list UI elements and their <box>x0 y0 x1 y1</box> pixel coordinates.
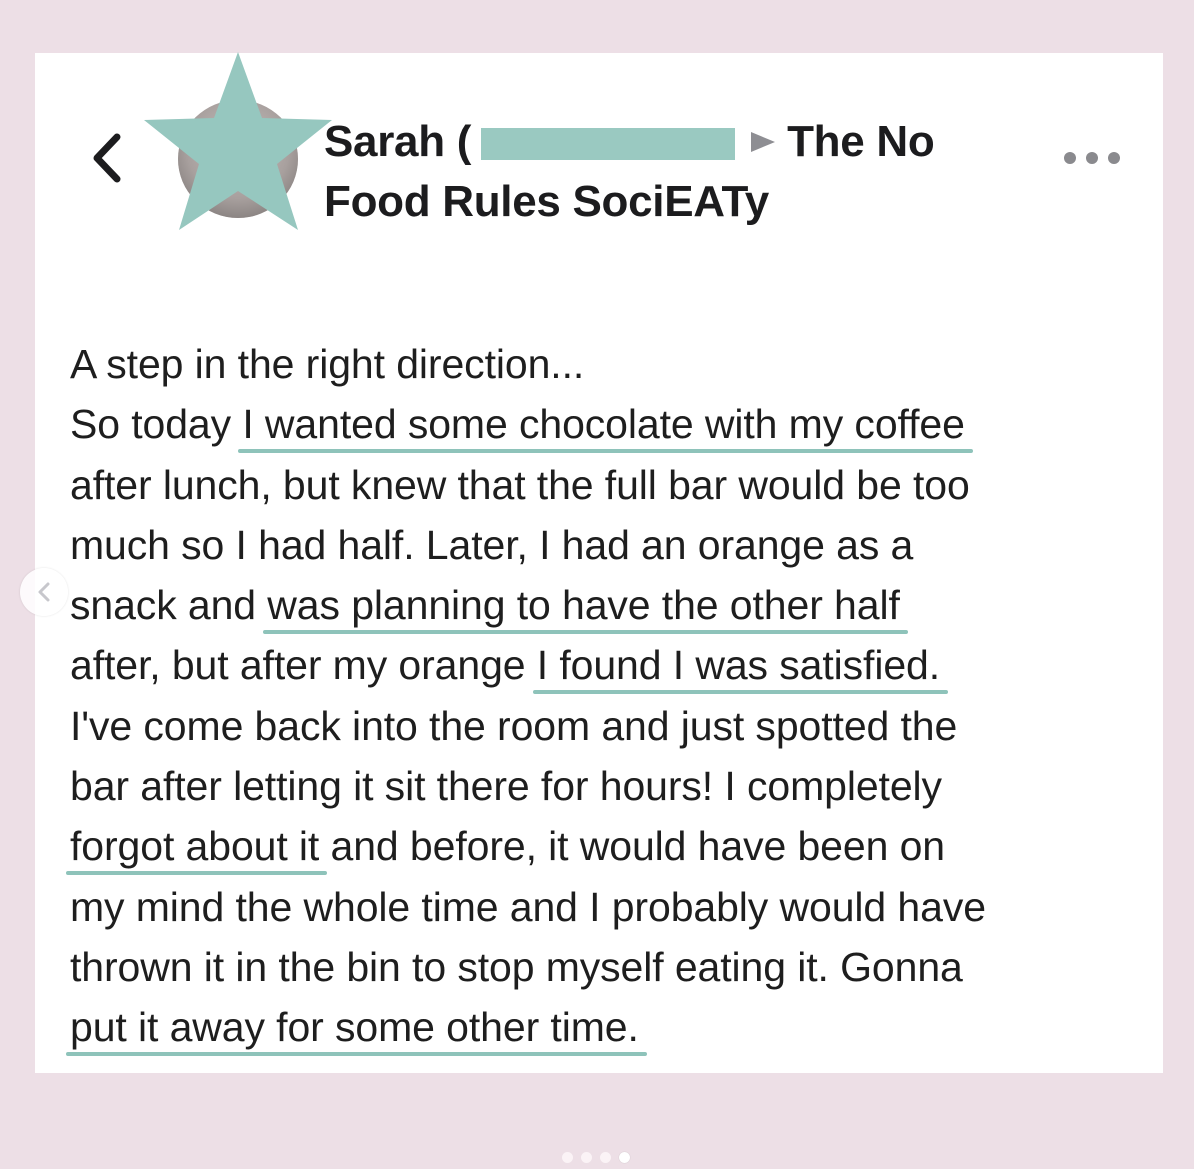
author-name[interactable]: Sarah ( <box>324 117 471 166</box>
post-header: Sarah ( The No Food Rules SociEATy <box>324 110 1024 232</box>
page-dot[interactable] <box>600 1152 611 1163</box>
post-line: put it away for some other time. <box>70 997 1130 1057</box>
post-line: much so I had half. Later, I had an oran… <box>70 515 1130 575</box>
group-name-line1[interactable]: The No <box>787 117 935 166</box>
post-line: A step in the right direction... <box>70 334 1130 394</box>
post-text: thrown it in the bin to stop myself eati… <box>70 943 963 990</box>
post-text: after, but after my orange <box>70 642 537 689</box>
post-text: after lunch, but knew that the full bar … <box>70 461 970 508</box>
highlighted-text: put it away for some other time. <box>70 1004 639 1051</box>
page-dot[interactable] <box>581 1152 592 1163</box>
more-dot <box>1108 152 1120 164</box>
highlighted-text: I wanted some chocolate with my coffee <box>242 401 965 448</box>
post-text: much so I had half. Later, I had an oran… <box>70 521 914 568</box>
post-text: and before, it would have been on <box>319 823 946 870</box>
more-dot <box>1086 152 1098 164</box>
carousel-prev-button[interactable] <box>20 568 68 616</box>
post-text: So today <box>70 401 243 448</box>
triangle-right-icon <box>749 110 777 170</box>
post-line: forgot about it and before, it would hav… <box>70 816 1130 876</box>
post-line: snack and was planning to have the other… <box>70 575 1130 635</box>
post-body: A step in the right direction... So today… <box>70 334 1130 1058</box>
chevron-left-icon <box>38 582 50 602</box>
post-line: thrown it in the bin to stop myself eati… <box>70 937 1130 997</box>
post-line: after, but after my orange I found I was… <box>70 635 1130 695</box>
highlighted-text: was planning to have the other half <box>267 582 900 629</box>
back-button[interactable] <box>82 128 130 188</box>
redaction-bar <box>481 128 736 160</box>
post-line: after lunch, but knew that the full bar … <box>70 455 1130 515</box>
post-line: So today I wanted some chocolate with my… <box>70 394 1130 454</box>
post-line: I've come back into the room and just sp… <box>70 696 1130 756</box>
post-text: A step in the right direction... <box>70 341 585 387</box>
star-icon <box>144 52 332 230</box>
post-line: my mind the whole time and I probably wo… <box>70 877 1130 937</box>
page-dot[interactable] <box>619 1152 630 1163</box>
page-dot[interactable] <box>562 1152 573 1163</box>
post-line: bar after letting it sit there for hours… <box>70 756 1130 816</box>
more-dot <box>1064 152 1076 164</box>
post-text: snack and <box>70 582 268 629</box>
highlighted-text: I found I was satisfied. <box>536 642 941 689</box>
carousel-page-indicator <box>562 1152 630 1163</box>
more-options-button[interactable] <box>1064 146 1120 170</box>
group-name-line2[interactable]: Food Rules SociEATy <box>324 172 1024 232</box>
chevron-left-icon <box>93 133 121 183</box>
post-text: I've come back into the room and just sp… <box>70 702 958 749</box>
post-text: bar after letting it sit there for hours… <box>70 763 942 810</box>
post-text: my mind the whole time and I probably wo… <box>70 883 986 930</box>
highlighted-text: forgot about it <box>70 823 320 870</box>
